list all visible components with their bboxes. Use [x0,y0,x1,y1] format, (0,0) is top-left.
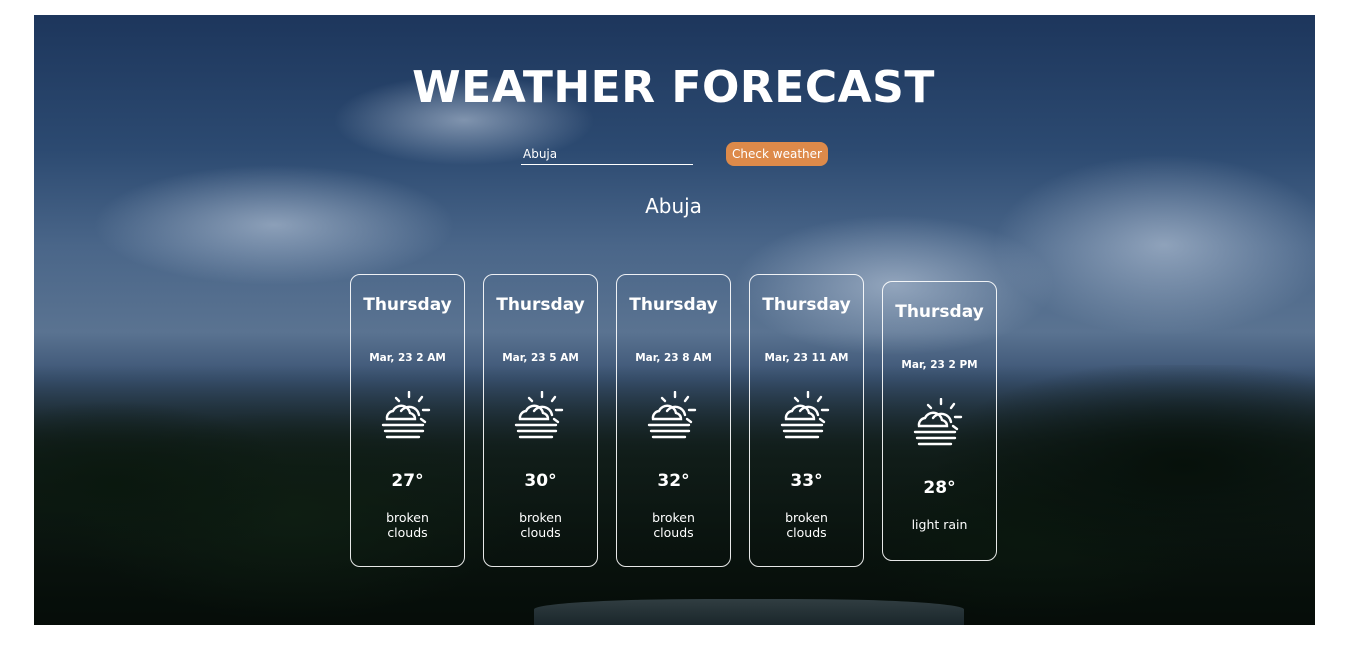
forecast-card: Thursday Mar, 23 2 AM 27° broken clouds [350,274,465,567]
forecast-datetime: Mar, 23 5 AM [502,352,579,364]
partly-cloudy-icon [514,391,564,439]
forecast-temp: 27° [391,471,424,491]
forecast-datetime: Mar, 23 11 AM [764,352,849,364]
forecast-description: broken clouds [652,510,695,540]
forecast-card: Thursday Mar, 23 11 AM 33° broken clouds [749,274,864,567]
partly-cloudy-icon [913,398,963,446]
river-area [534,599,964,625]
forecast-datetime: Mar, 23 2 AM [369,352,446,364]
forecast-card: Thursday Mar, 23 2 PM 28° light rain [882,281,997,561]
partly-cloudy-icon [381,391,431,439]
city-search-input[interactable] [521,144,693,165]
forecast-temp: 33° [790,471,823,491]
forecast-description: broken clouds [386,510,429,540]
forecast-description: light rain [911,517,968,532]
forecast-description: broken clouds [785,510,828,540]
forecast-temp: 30° [524,471,557,491]
partly-cloudy-icon [647,391,697,439]
forecast-card: Thursday Mar, 23 8 AM 32° broken clouds [616,274,731,567]
forecast-day: Thursday [895,302,984,322]
city-name: Abuja [645,194,702,218]
forecast-datetime: Mar, 23 2 PM [901,359,978,371]
forecast-temp: 32° [657,471,690,491]
page-title: WEATHER FORECAST [412,62,935,113]
forecast-day: Thursday [496,295,585,315]
forecast-datetime: Mar, 23 8 AM [635,352,712,364]
forecast-description: broken clouds [519,510,562,540]
forecast-temp: 28° [923,478,956,498]
forecast-day: Thursday [762,295,851,315]
forecast-day: Thursday [363,295,452,315]
cloud-shape [994,155,1315,335]
forecast-card: Thursday Mar, 23 5 AM 30° broken clouds [483,274,598,567]
partly-cloudy-icon [780,391,830,439]
forecast-day: Thursday [629,295,718,315]
cloud-shape [94,165,454,285]
check-weather-button[interactable]: Check weather [726,142,828,166]
